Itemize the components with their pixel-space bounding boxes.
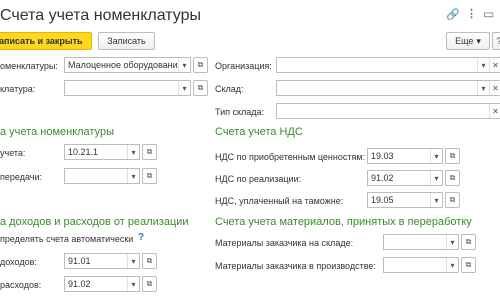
window-title: Счета учета номенклатуры xyxy=(0,7,202,24)
nomenclature2-label: клатура: xyxy=(0,84,36,94)
open-icon[interactable]: ⧉ xyxy=(445,170,460,186)
dropdown-icon[interactable]: ▾ xyxy=(127,277,139,291)
dropdown-icon[interactable]: ▾ xyxy=(477,81,489,95)
vat-acquired-label: НДС по приобретенным ценностям: xyxy=(215,152,366,162)
open-icon[interactable]: ⧉ xyxy=(445,148,460,164)
open-icon[interactable]: ⧉ xyxy=(142,276,157,292)
open-icon[interactable]: ⧉ xyxy=(461,234,476,250)
dropdown-icon[interactable]: ▾ xyxy=(430,149,442,163)
vat-customs-label: НДС, уплаченный на таможне: xyxy=(215,196,344,206)
vat-sales-label: НДС по реализации: xyxy=(215,174,302,184)
open-icon[interactable]: ⧉ xyxy=(193,57,208,73)
account-field[interactable]: 10.21.1 ▾ xyxy=(64,144,140,160)
transfer-label: передачи: xyxy=(0,172,42,182)
save-button[interactable]: Записать xyxy=(98,32,155,50)
vat-sales-field[interactable]: 91.02 ▾ xyxy=(367,170,443,186)
open-icon[interactable]: ⧉ xyxy=(142,168,157,184)
nomenclature-label: оменклатуры: xyxy=(0,61,58,71)
open-icon[interactable]: ⧉ xyxy=(445,192,460,208)
expense-account-value: 91.02 xyxy=(68,279,91,289)
clear-icon[interactable]: ✕ xyxy=(489,58,500,72)
dropdown-icon[interactable]: ▾ xyxy=(430,193,442,207)
income-label: доходов: xyxy=(0,257,37,267)
help-icon[interactable]: ? xyxy=(138,232,144,243)
expense-account-field[interactable]: 91.02 ▾ xyxy=(64,276,140,292)
income-section-title: а доходов и расходов от реализации xyxy=(0,216,189,228)
vat-sales-value: 91.02 xyxy=(371,173,394,183)
transfer-field[interactable]: ▾ xyxy=(64,168,140,184)
help-button[interactable]: ? xyxy=(492,32,500,50)
dropdown-icon[interactable]: ▾ xyxy=(446,258,458,272)
nomenclature-section-title: а учета номенклатуры xyxy=(0,126,114,138)
save-label: Записать xyxy=(107,36,146,46)
more-vertical-icon[interactable]: ⋮ xyxy=(466,7,477,20)
save-and-close-button[interactable]: аписать и закрыть xyxy=(0,32,92,50)
account-value: 10.21.1 xyxy=(68,147,99,157)
clear-icon[interactable]: ✕ xyxy=(489,81,500,95)
materials-section-title: Счета учета материалов, принятых в перер… xyxy=(215,216,472,228)
account-label: учета: xyxy=(0,148,26,158)
dropdown-icon[interactable]: ▾ xyxy=(178,81,190,95)
dropdown-icon[interactable]: ▾ xyxy=(430,171,442,185)
dropdown-icon[interactable]: ▾ xyxy=(477,58,489,72)
vat-customs-field[interactable]: 19.05 ▾ xyxy=(367,192,443,208)
vat-acquired-value: 19.03 xyxy=(371,151,394,161)
vat-section-title: Счета учета НДС xyxy=(215,126,303,138)
maximize-icon[interactable]: ▭ xyxy=(483,7,494,21)
organization-label: Организация: xyxy=(215,61,272,71)
more-button[interactable]: Еще ▾ xyxy=(446,32,490,50)
income-account-value: 91.01 xyxy=(68,256,91,266)
expense-label: расходов: xyxy=(0,280,42,290)
warehouse-type-field[interactable]: ✕ xyxy=(276,103,500,119)
open-icon[interactable]: ⧉ xyxy=(193,80,208,96)
materials-warehouse-field[interactable]: ▾ xyxy=(383,234,459,250)
help-label: ? xyxy=(496,36,500,46)
organization-field[interactable]: ▾ ✕ xyxy=(276,57,500,73)
vat-acquired-field[interactable]: 19.03 ▾ xyxy=(367,148,443,164)
nomenclature-field[interactable]: Малоценное оборудование ▾ xyxy=(64,57,191,73)
warehouse-type-label: Тип склада: xyxy=(215,107,265,117)
materials-warehouse-value xyxy=(384,235,446,249)
materials-warehouse-label: Материалы заказчика на складе: xyxy=(215,238,354,248)
auto-accounts-label[interactable]: пределять счета автоматически xyxy=(0,234,133,244)
dropdown-icon[interactable]: ▾ xyxy=(127,254,139,268)
chevron-down-icon: ▾ xyxy=(476,35,481,46)
save-and-close-label: аписать и закрыть xyxy=(0,36,83,46)
warehouse-label: Склад: xyxy=(215,84,244,94)
dropdown-icon[interactable]: ▾ xyxy=(127,145,139,159)
open-icon[interactable]: ⧉ xyxy=(142,253,157,269)
nomenclature2-field[interactable]: ▾ xyxy=(64,80,191,96)
dropdown-icon[interactable]: ▾ xyxy=(446,235,458,249)
income-account-field[interactable]: 91.01 ▾ xyxy=(64,253,140,269)
dropdown-icon[interactable]: ▾ xyxy=(178,58,190,72)
warehouse-value xyxy=(277,81,477,95)
organization-value xyxy=(277,58,477,72)
clear-icon[interactable]: ✕ xyxy=(489,104,500,118)
warehouse-type-value xyxy=(277,104,489,118)
materials-production-value xyxy=(384,258,446,272)
transfer-value xyxy=(65,169,127,183)
open-icon[interactable]: ⧉ xyxy=(461,257,476,273)
warehouse-field[interactable]: ▾ ✕ xyxy=(276,80,500,96)
materials-production-field[interactable]: ▾ xyxy=(383,257,459,273)
vat-customs-value: 19.05 xyxy=(371,195,394,205)
open-icon[interactable]: ⧉ xyxy=(142,144,157,160)
materials-production-label: Материалы заказчика в производстве: xyxy=(215,261,376,271)
nomenclature-value: Малоценное оборудование xyxy=(68,60,178,70)
dropdown-icon[interactable]: ▾ xyxy=(127,169,139,183)
nomenclature2-value xyxy=(65,81,178,95)
more-label: Еще xyxy=(455,36,474,46)
link-icon[interactable]: 🔗 xyxy=(446,8,460,21)
